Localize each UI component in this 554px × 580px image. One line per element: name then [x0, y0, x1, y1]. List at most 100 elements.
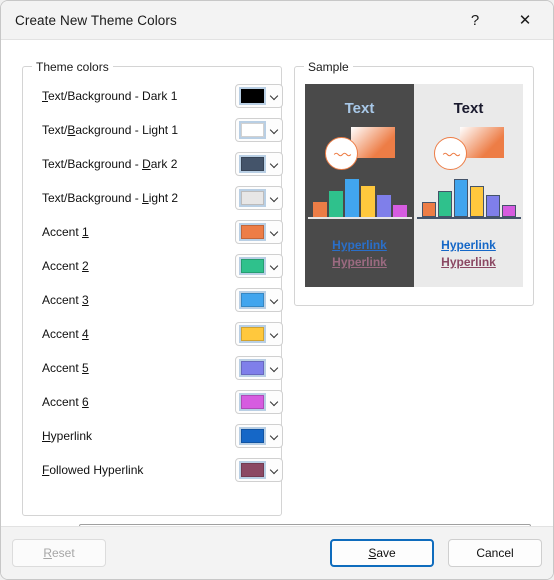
color-picker-button[interactable]	[235, 186, 283, 210]
sample-bar	[485, 195, 500, 217]
dialog-title: Create New Theme Colors	[15, 12, 177, 28]
sample-circle-shape	[434, 137, 467, 170]
color-swatch-fill	[241, 191, 264, 205]
theme-color-label: Accent 5	[42, 361, 89, 375]
color-picker-button[interactable]	[235, 84, 283, 108]
close-icon[interactable]: ✕	[503, 1, 547, 39]
theme-color-row: Text/Background - Light 2	[23, 181, 283, 215]
color-swatch	[239, 461, 266, 479]
color-picker-button[interactable]	[235, 458, 283, 482]
color-picker-button[interactable]	[235, 424, 283, 448]
chevron-down-icon[interactable]	[270, 397, 280, 407]
sample-light-hyperlink: Hyperlink	[441, 238, 496, 252]
chevron-down-icon[interactable]	[270, 329, 280, 339]
sample-light-links: Hyperlink Hyperlink	[414, 237, 523, 271]
dialog-titlebar: Create New Theme Colors ? ✕	[1, 1, 553, 40]
color-swatch	[239, 155, 266, 173]
color-swatch	[239, 257, 266, 275]
theme-color-row: Text/Background - Light 1	[23, 113, 283, 147]
sample-light-chart	[414, 176, 523, 220]
theme-color-row: Accent 5	[23, 351, 283, 385]
theme-color-label: Text/Background - Light 1	[42, 123, 179, 137]
chevron-down-icon[interactable]	[270, 295, 280, 305]
squiggle-icon	[442, 152, 461, 157]
help-glyph: ?	[470, 11, 480, 29]
color-swatch-fill	[241, 429, 264, 443]
theme-color-row: Text/Background - Dark 2	[23, 147, 283, 181]
theme-color-row: Accent 2	[23, 249, 283, 283]
color-picker-button[interactable]	[235, 390, 283, 414]
cancel-button[interactable]: Cancel	[448, 539, 542, 567]
theme-color-label: Hyperlink	[42, 429, 93, 443]
sample-bar	[501, 205, 516, 217]
chevron-down-icon[interactable]	[270, 465, 280, 475]
chevron-down-icon[interactable]	[270, 159, 280, 169]
theme-color-label: Text/Background - Dark 2	[42, 157, 178, 171]
color-swatch-fill	[241, 89, 264, 103]
reset-button[interactable]: Reset	[12, 539, 106, 567]
sample-bar	[328, 191, 343, 217]
color-swatch	[239, 87, 266, 105]
theme-color-label: Text/Background - Dark 1	[42, 89, 178, 103]
sample-pane-dark: Text Hyperlink Hyperlink	[305, 84, 414, 287]
color-swatch	[239, 393, 266, 411]
sample-bar	[469, 186, 484, 217]
color-swatch-fill	[241, 123, 264, 137]
chevron-down-icon[interactable]	[270, 125, 280, 135]
squiggle-icon	[333, 152, 352, 157]
sample-group-title: Sample	[304, 60, 353, 74]
theme-color-label: Accent 2	[42, 259, 89, 273]
sample-dark-links: Hyperlink Hyperlink	[305, 237, 414, 271]
sample-dark-hyperlink: Hyperlink	[332, 238, 387, 252]
color-picker-button[interactable]	[235, 322, 283, 346]
color-picker-button[interactable]	[235, 254, 283, 278]
theme-color-row: Text/Background - Dark 1	[23, 79, 283, 113]
color-swatch-fill	[241, 463, 264, 477]
color-swatch-fill	[241, 395, 264, 409]
theme-color-label: Accent 4	[42, 327, 89, 341]
sample-bar	[392, 205, 407, 217]
sample-bar	[453, 179, 468, 217]
color-swatch	[239, 223, 266, 241]
dialog-body: Theme colors Text/Background - Dark 1 Tex…	[1, 40, 553, 550]
chevron-down-icon[interactable]	[270, 91, 280, 101]
sample-light-followed-hyperlink: Hyperlink	[441, 255, 496, 269]
sample-dark-bars	[312, 177, 408, 217]
theme-colors-group-title: Theme colors	[32, 60, 113, 74]
sample-dark-chart	[305, 176, 414, 220]
chevron-down-icon[interactable]	[270, 261, 280, 271]
sample-preview: Text Hyperlink Hyperlink Text Hyperlink …	[305, 84, 523, 287]
color-picker-button[interactable]	[235, 152, 283, 176]
color-picker-button[interactable]	[235, 356, 283, 380]
sample-bar	[437, 191, 452, 217]
chevron-down-icon[interactable]	[270, 193, 280, 203]
color-swatch	[239, 427, 266, 445]
help-icon[interactable]: ?	[453, 1, 497, 39]
save-button[interactable]: Save	[330, 539, 434, 567]
color-swatch-fill	[241, 327, 264, 341]
chevron-down-icon[interactable]	[270, 431, 280, 441]
sample-circle-shape	[325, 137, 358, 170]
theme-color-row-list: Text/Background - Dark 1 Text/Background …	[23, 79, 283, 487]
sample-bar	[344, 179, 359, 217]
theme-color-row: Accent 6	[23, 385, 283, 419]
color-picker-button[interactable]	[235, 288, 283, 312]
chevron-down-icon[interactable]	[270, 363, 280, 373]
color-picker-button[interactable]	[235, 220, 283, 244]
sample-bar	[360, 186, 375, 217]
color-swatch-fill	[241, 259, 264, 273]
sample-dark-text: Text	[344, 100, 375, 117]
theme-color-label: Text/Background - Light 2	[42, 191, 179, 205]
color-picker-button[interactable]	[235, 118, 283, 142]
color-swatch	[239, 189, 266, 207]
theme-colors-group: Theme colors Text/Background - Dark 1 Tex…	[22, 60, 283, 516]
dialog-footer: Reset Save Cancel	[1, 526, 553, 579]
sample-bar	[312, 202, 327, 217]
theme-color-row: Hyperlink	[23, 419, 283, 453]
sample-light-text: Text	[453, 100, 484, 117]
sample-bar	[376, 195, 391, 217]
chevron-down-icon[interactable]	[270, 227, 280, 237]
theme-color-label: Accent 3	[42, 293, 89, 307]
theme-color-row: Followed Hyperlink	[23, 453, 283, 487]
color-swatch-fill	[241, 293, 264, 307]
